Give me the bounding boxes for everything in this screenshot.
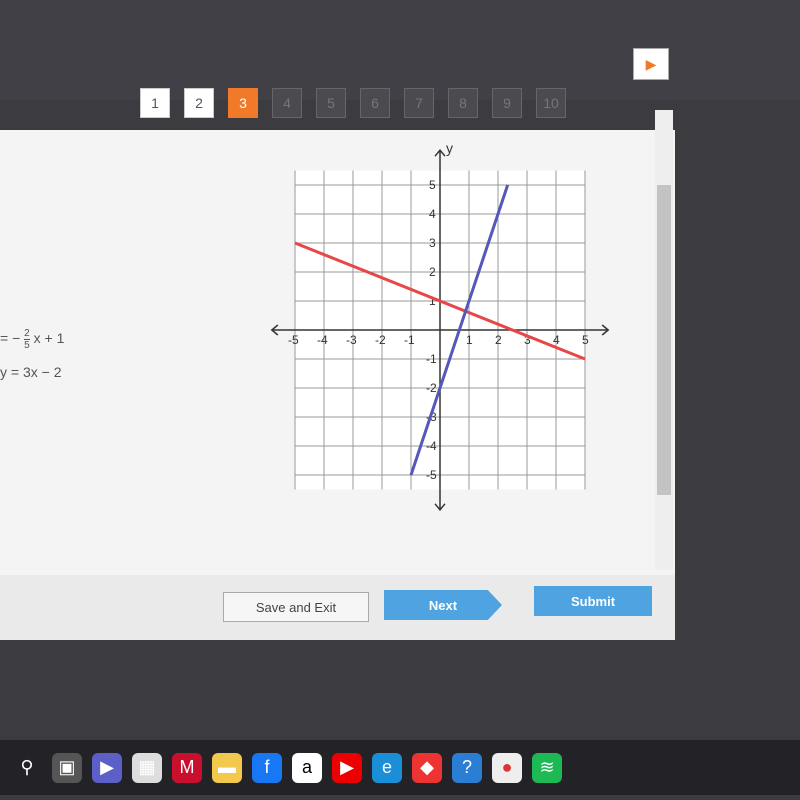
y-tick-label: 3 (429, 236, 436, 250)
y-tick-label: 5 (429, 178, 436, 192)
top-bar (0, 0, 800, 100)
spotify-icon[interactable]: ≋ (532, 752, 562, 783)
chrome-icon[interactable]: ● (492, 752, 522, 783)
next-page-button[interactable]: ▶ (633, 48, 669, 80)
eq1-lhs: = (0, 330, 9, 347)
equation-2: y = 3x − 2 (0, 364, 62, 380)
app-icon[interactable]: ◆ (412, 752, 442, 783)
coordinate-graph: y-5-4-3-2-11234554321-1-2-3-4-5 (270, 140, 610, 511)
scrollbar-thumb[interactable] (657, 185, 671, 495)
help-icon[interactable]: ? (452, 752, 482, 783)
scrollbar[interactable] (655, 110, 673, 570)
submit-button[interactable]: Submit (534, 586, 652, 616)
file-explorer-icon[interactable]: ▬ (212, 752, 242, 783)
x-tick-label: -3 (346, 333, 357, 347)
page-2-button[interactable]: 2 (184, 88, 214, 118)
y-tick-label: -4 (426, 439, 437, 453)
x-tick-label: -1 (404, 333, 415, 347)
x-tick-label: 4 (553, 333, 560, 347)
taskbar: ⚲ ▣ ▶ ▦ M ▬ f a ▶ e ◆? ● ≋ (0, 740, 800, 795)
y-tick-label: -1 (426, 352, 437, 366)
play-arrow-icon: ▶ (645, 55, 657, 72)
eq1-rest: x + 1 (33, 330, 65, 347)
x-tick-label: 2 (495, 333, 502, 347)
page-8-button: 8 (448, 88, 478, 118)
x-tick-label: -4 (317, 333, 328, 347)
x-tick-label: -2 (375, 333, 386, 347)
page-7-button: 7 (404, 88, 434, 118)
eq1-sign: − (12, 330, 21, 347)
footer: Save and Exit Next Submit (0, 575, 675, 640)
y-tick-label: 4 (429, 207, 436, 221)
page-1-button[interactable]: 1 (140, 88, 170, 118)
equation-1: = − 2 5 x + 1 (0, 328, 64, 351)
y-tick-label: 2 (429, 265, 436, 279)
question-nav: 1 2 3 4 5 6 7 8 9 10 (140, 88, 566, 118)
store-icon[interactable]: ▦ (132, 752, 162, 783)
x-tick-label: 5 (582, 333, 589, 347)
page-5-button: 5 (316, 88, 346, 118)
x-tick-label: 1 (466, 333, 473, 347)
x-tick-label: -5 (288, 333, 299, 347)
page-6-button: 6 (360, 88, 390, 118)
amazon-icon[interactable]: a (292, 752, 322, 783)
y-axis-label: y (446, 140, 453, 156)
page-4-button: 4 (272, 88, 302, 118)
page-9-button: 9 (492, 88, 522, 118)
task-view-icon[interactable]: ▣ (52, 752, 82, 783)
mcafee-icon[interactable]: M (172, 752, 202, 783)
facebook-icon[interactable]: f (252, 752, 282, 783)
y-tick-label: -5 (426, 468, 437, 482)
y-tick-label: -2 (426, 381, 437, 395)
next-button[interactable]: Next (384, 590, 502, 620)
page-3-button[interactable]: 3 (228, 88, 258, 118)
youtube-icon[interactable]: ▶ (332, 752, 362, 783)
teams-icon[interactable]: ▶ (92, 752, 122, 783)
save-and-exit-button[interactable]: Save and Exit (223, 592, 369, 622)
eq1-denominator: 5 (24, 340, 30, 351)
eq1-numerator: 2 (24, 328, 30, 340)
edge-icon[interactable]: e (372, 752, 402, 783)
question-panel: = − 2 5 x + 1 y = 3x − 2 y -5 -4 -3 -2 -1 1 2 3 4… (0, 130, 675, 640)
page-10-button: 10 (536, 88, 566, 118)
search-icon[interactable]: ⚲ (12, 753, 42, 783)
